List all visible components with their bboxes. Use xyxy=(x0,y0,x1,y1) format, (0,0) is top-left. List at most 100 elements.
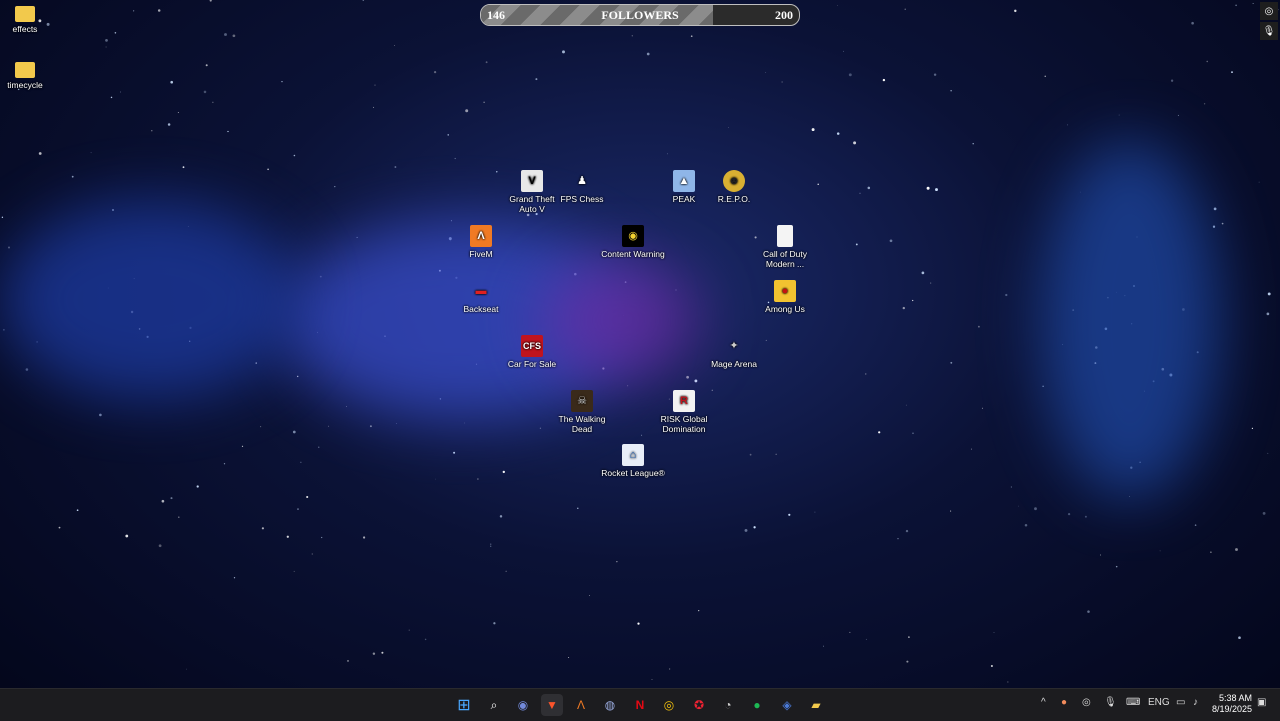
star xyxy=(212,101,214,103)
desktop-icon-backseat[interactable]: ▬ Backseat xyxy=(449,280,513,315)
desktop-icon-effects[interactable]: effects xyxy=(0,6,57,34)
desktop-icon-walking-dead[interactable]: ☠ The Walking Dead xyxy=(550,390,614,434)
desktop-icon-among-us[interactable]: ● Among Us xyxy=(753,280,817,314)
star xyxy=(1018,505,1020,507)
star xyxy=(970,448,972,450)
desktop-icon-mage-arena[interactable]: ✦ Mage Arena xyxy=(702,335,766,370)
star xyxy=(227,130,229,133)
star xyxy=(651,679,653,681)
star xyxy=(369,425,372,428)
star xyxy=(464,422,465,424)
star xyxy=(902,306,905,310)
star xyxy=(490,543,492,545)
keyboard-icon[interactable]: ⌨ xyxy=(1126,697,1140,708)
star xyxy=(1067,512,1071,516)
star xyxy=(878,431,881,434)
star xyxy=(186,668,187,670)
star xyxy=(867,186,871,190)
star xyxy=(58,526,61,529)
start-icon[interactable]: ⊞ xyxy=(453,694,475,716)
star xyxy=(836,132,840,135)
fivem-icon[interactable]: Λ xyxy=(570,694,592,716)
desktop-icon-risk[interactable]: R RISK Global Domination xyxy=(652,390,716,434)
star xyxy=(38,152,42,155)
search-icon[interactable]: ⌕ xyxy=(483,694,505,716)
star xyxy=(499,515,503,518)
obs-icon[interactable]: ◔ xyxy=(717,694,739,716)
location-icon[interactable]: ◎ xyxy=(1260,2,1278,20)
star xyxy=(241,445,244,447)
star xyxy=(1084,515,1087,518)
chevron-up-icon[interactable]: ^ xyxy=(1041,697,1046,708)
nebula xyxy=(0,200,300,400)
star xyxy=(297,375,299,378)
walking-dead-icon: ☠ xyxy=(571,390,593,412)
folder-icon xyxy=(15,62,35,78)
star xyxy=(926,186,930,190)
desktop-icon-rocket-league[interactable]: ⌂ Rocket League® xyxy=(601,444,665,478)
star xyxy=(1115,565,1118,568)
clock[interactable]: 5:38 AM 8/19/2025 xyxy=(1212,693,1252,715)
icon-label: Mage Arena xyxy=(711,359,757,369)
star xyxy=(1212,225,1216,228)
star xyxy=(362,0,365,1)
spotify-icon[interactable]: ● xyxy=(746,694,768,716)
folder-icon xyxy=(15,6,35,22)
star xyxy=(1024,523,1028,527)
star xyxy=(396,423,397,424)
desktop-icon-call-of-duty[interactable]: Call of Duty Modern ... xyxy=(753,225,817,269)
star xyxy=(993,632,995,633)
app-icon[interactable]: ✪ xyxy=(688,694,710,716)
desktop-icon-timecycle[interactable]: timecycle xyxy=(0,62,57,90)
star xyxy=(321,536,323,539)
desktop-icon-car-for-sale[interactable]: CFS Car For Sale xyxy=(500,335,564,369)
network-icon[interactable]: ▭ xyxy=(1176,697,1185,708)
app-icon[interactable]: ◈ xyxy=(776,694,798,716)
notification-icon[interactable]: ▣ xyxy=(1257,697,1266,708)
icon-label: R.E.P.O. xyxy=(717,194,751,204)
file-explorer-icon[interactable]: ▰ xyxy=(805,694,827,716)
star xyxy=(300,461,302,463)
star xyxy=(686,375,689,379)
star xyxy=(105,39,108,42)
netflix-icon[interactable]: N xyxy=(629,694,651,716)
volume-icon[interactable]: ♪ xyxy=(1193,697,1198,708)
microphone-icon[interactable]: 🎙 xyxy=(1260,22,1278,40)
star xyxy=(261,527,264,530)
nebula xyxy=(540,260,700,380)
star xyxy=(347,660,349,662)
star xyxy=(1231,71,1233,73)
desktop-icon-content-warning[interactable]: ◉ Content Warning xyxy=(601,225,665,259)
discord-icon[interactable]: ◉ xyxy=(512,694,534,716)
star xyxy=(1044,75,1046,77)
icon-label: Rocket League® xyxy=(601,468,665,478)
desktop-icon-fivem[interactable]: Λ FiveM xyxy=(449,225,513,259)
icon-label: FiveM xyxy=(469,249,493,259)
icon-label: RISK Global Domination xyxy=(660,414,708,434)
star xyxy=(297,508,299,510)
microphone-icon[interactable]: 🎙 xyxy=(1104,697,1117,708)
desktop: effects timecycle V Grand Theft Auto V ♟… xyxy=(0,0,1280,688)
star xyxy=(889,239,893,243)
language-indicator[interactable]: ENG xyxy=(1148,697,1170,708)
star xyxy=(1067,124,1069,126)
icon-label: timecycle xyxy=(7,80,43,90)
star xyxy=(539,427,542,429)
star xyxy=(232,34,236,38)
chrome-icon[interactable]: ◎ xyxy=(658,694,680,716)
tray-app-icon[interactable]: ◎ xyxy=(1082,697,1091,708)
star xyxy=(865,373,867,375)
desktop-icon-fps-chess[interactable]: ♟ FPS Chess xyxy=(550,170,614,205)
backseat-icon: ▬ xyxy=(475,285,487,297)
desktop-icon-repo[interactable]: ☻ R.E.P.O. xyxy=(702,170,766,204)
steam-icon[interactable]: ◍ xyxy=(599,694,621,716)
gta-icon: V xyxy=(521,170,543,192)
star xyxy=(170,497,173,500)
among-us-icon: ● xyxy=(774,280,796,302)
star xyxy=(1007,681,1009,683)
star xyxy=(855,243,858,246)
star xyxy=(281,80,283,83)
tray-app-icon[interactable]: ● xyxy=(1061,697,1067,708)
star xyxy=(233,577,236,579)
brave-icon[interactable]: ▼ xyxy=(541,694,563,716)
